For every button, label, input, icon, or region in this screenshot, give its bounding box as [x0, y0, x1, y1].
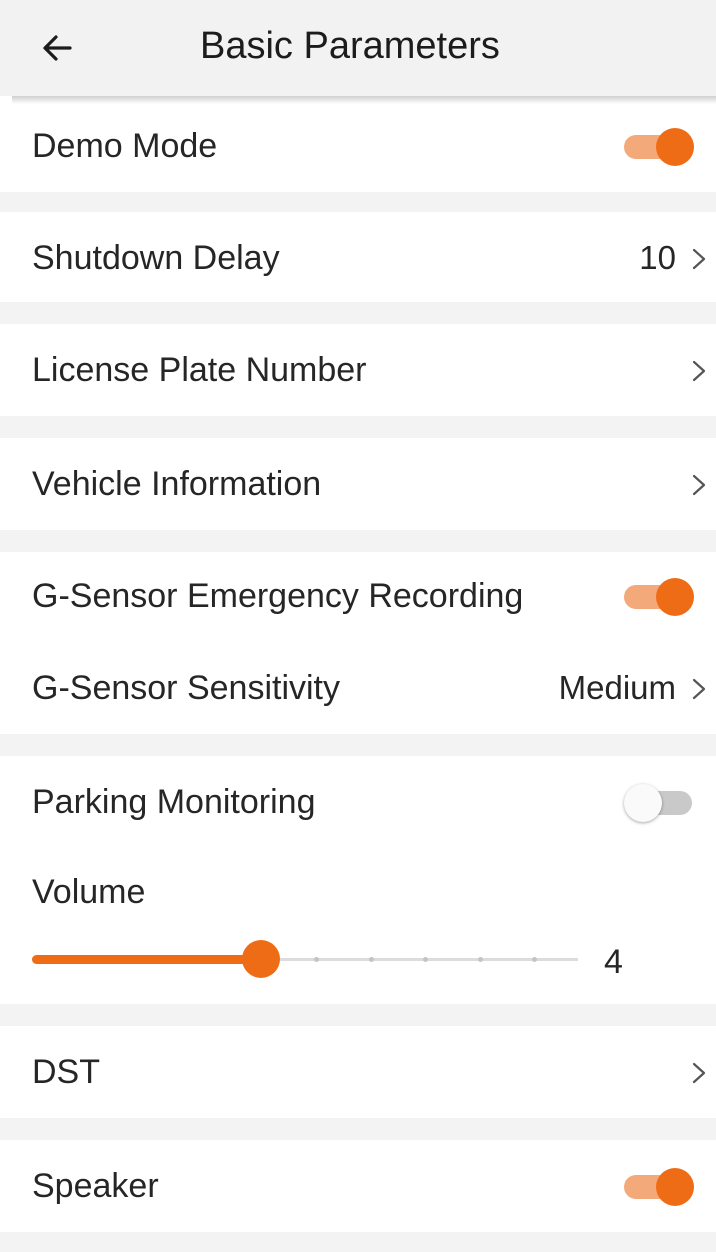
setting-label: License Plate Number	[32, 351, 367, 389]
header-shadow	[12, 96, 716, 104]
toggle-knob	[656, 578, 694, 616]
setting-row-speaker[interactable]: Speaker	[0, 1140, 716, 1232]
slider-fill	[32, 955, 261, 964]
setting-label: Shutdown Delay	[32, 239, 280, 277]
slider-tick	[478, 957, 483, 962]
demo-mode-toggle[interactable]	[624, 126, 696, 168]
row-separator	[0, 734, 716, 756]
back-button[interactable]	[34, 24, 82, 72]
setting-value: 10	[639, 239, 676, 276]
page-title: Basic Parameters	[200, 25, 500, 67]
setting-label: G-Sensor Emergency Recording	[32, 577, 524, 615]
setting-value: Medium	[558, 669, 676, 706]
row-separator	[0, 530, 716, 552]
slider-tick	[314, 957, 319, 962]
setting-label: DST	[32, 1053, 100, 1091]
toggle-knob	[656, 1168, 694, 1206]
row-separator	[0, 192, 716, 212]
setting-row-shutdown-delay[interactable]: Shutdown Delay 10	[0, 212, 716, 302]
chevron-right-icon	[692, 1062, 706, 1084]
setting-label: Demo Mode	[32, 127, 218, 165]
setting-row-parking-monitoring[interactable]: Parking Monitoring	[0, 756, 716, 848]
setting-label: Speaker	[32, 1167, 159, 1205]
setting-label: Parking Monitoring	[32, 783, 316, 821]
slider-tick	[369, 957, 374, 962]
parking-monitoring-toggle[interactable]	[624, 782, 696, 824]
slider-thumb[interactable]	[242, 940, 280, 978]
arrow-left-icon	[43, 35, 72, 61]
toggle-knob	[656, 128, 694, 166]
speaker-toggle[interactable]	[624, 1166, 696, 1208]
volume-value: 4	[604, 943, 623, 981]
row-separator	[0, 1004, 716, 1026]
setting-row-gsensor-sensitivity[interactable]: G-Sensor Sensitivity Medium	[0, 642, 716, 734]
chevron-right-icon	[692, 474, 706, 496]
setting-row-vehicle-information[interactable]: Vehicle Information	[0, 438, 716, 530]
slider-tick	[532, 957, 537, 962]
row-separator	[0, 1118, 716, 1140]
setting-label: Vehicle Information	[32, 465, 322, 503]
setting-row-demo-mode[interactable]: Demo Mode	[0, 104, 716, 192]
app-header: Basic Parameters	[0, 0, 716, 96]
chevron-right-icon	[692, 248, 706, 270]
setting-row-license-plate[interactable]: License Plate Number	[0, 324, 716, 416]
slider-tick	[423, 957, 428, 962]
volume-slider[interactable]	[32, 940, 578, 980]
row-separator	[0, 302, 716, 324]
row-separator	[0, 416, 716, 438]
toggle-knob	[624, 784, 662, 822]
setting-label: Volume	[32, 873, 146, 911]
setting-row-dst[interactable]: DST	[0, 1026, 716, 1118]
setting-label: G-Sensor Sensitivity	[32, 669, 340, 707]
row-separator	[0, 1232, 716, 1252]
chevron-right-icon	[692, 678, 706, 700]
setting-row-gsensor-recording[interactable]: G-Sensor Emergency Recording	[0, 552, 716, 642]
chevron-right-icon	[692, 360, 706, 382]
gsensor-recording-toggle[interactable]	[624, 576, 696, 618]
